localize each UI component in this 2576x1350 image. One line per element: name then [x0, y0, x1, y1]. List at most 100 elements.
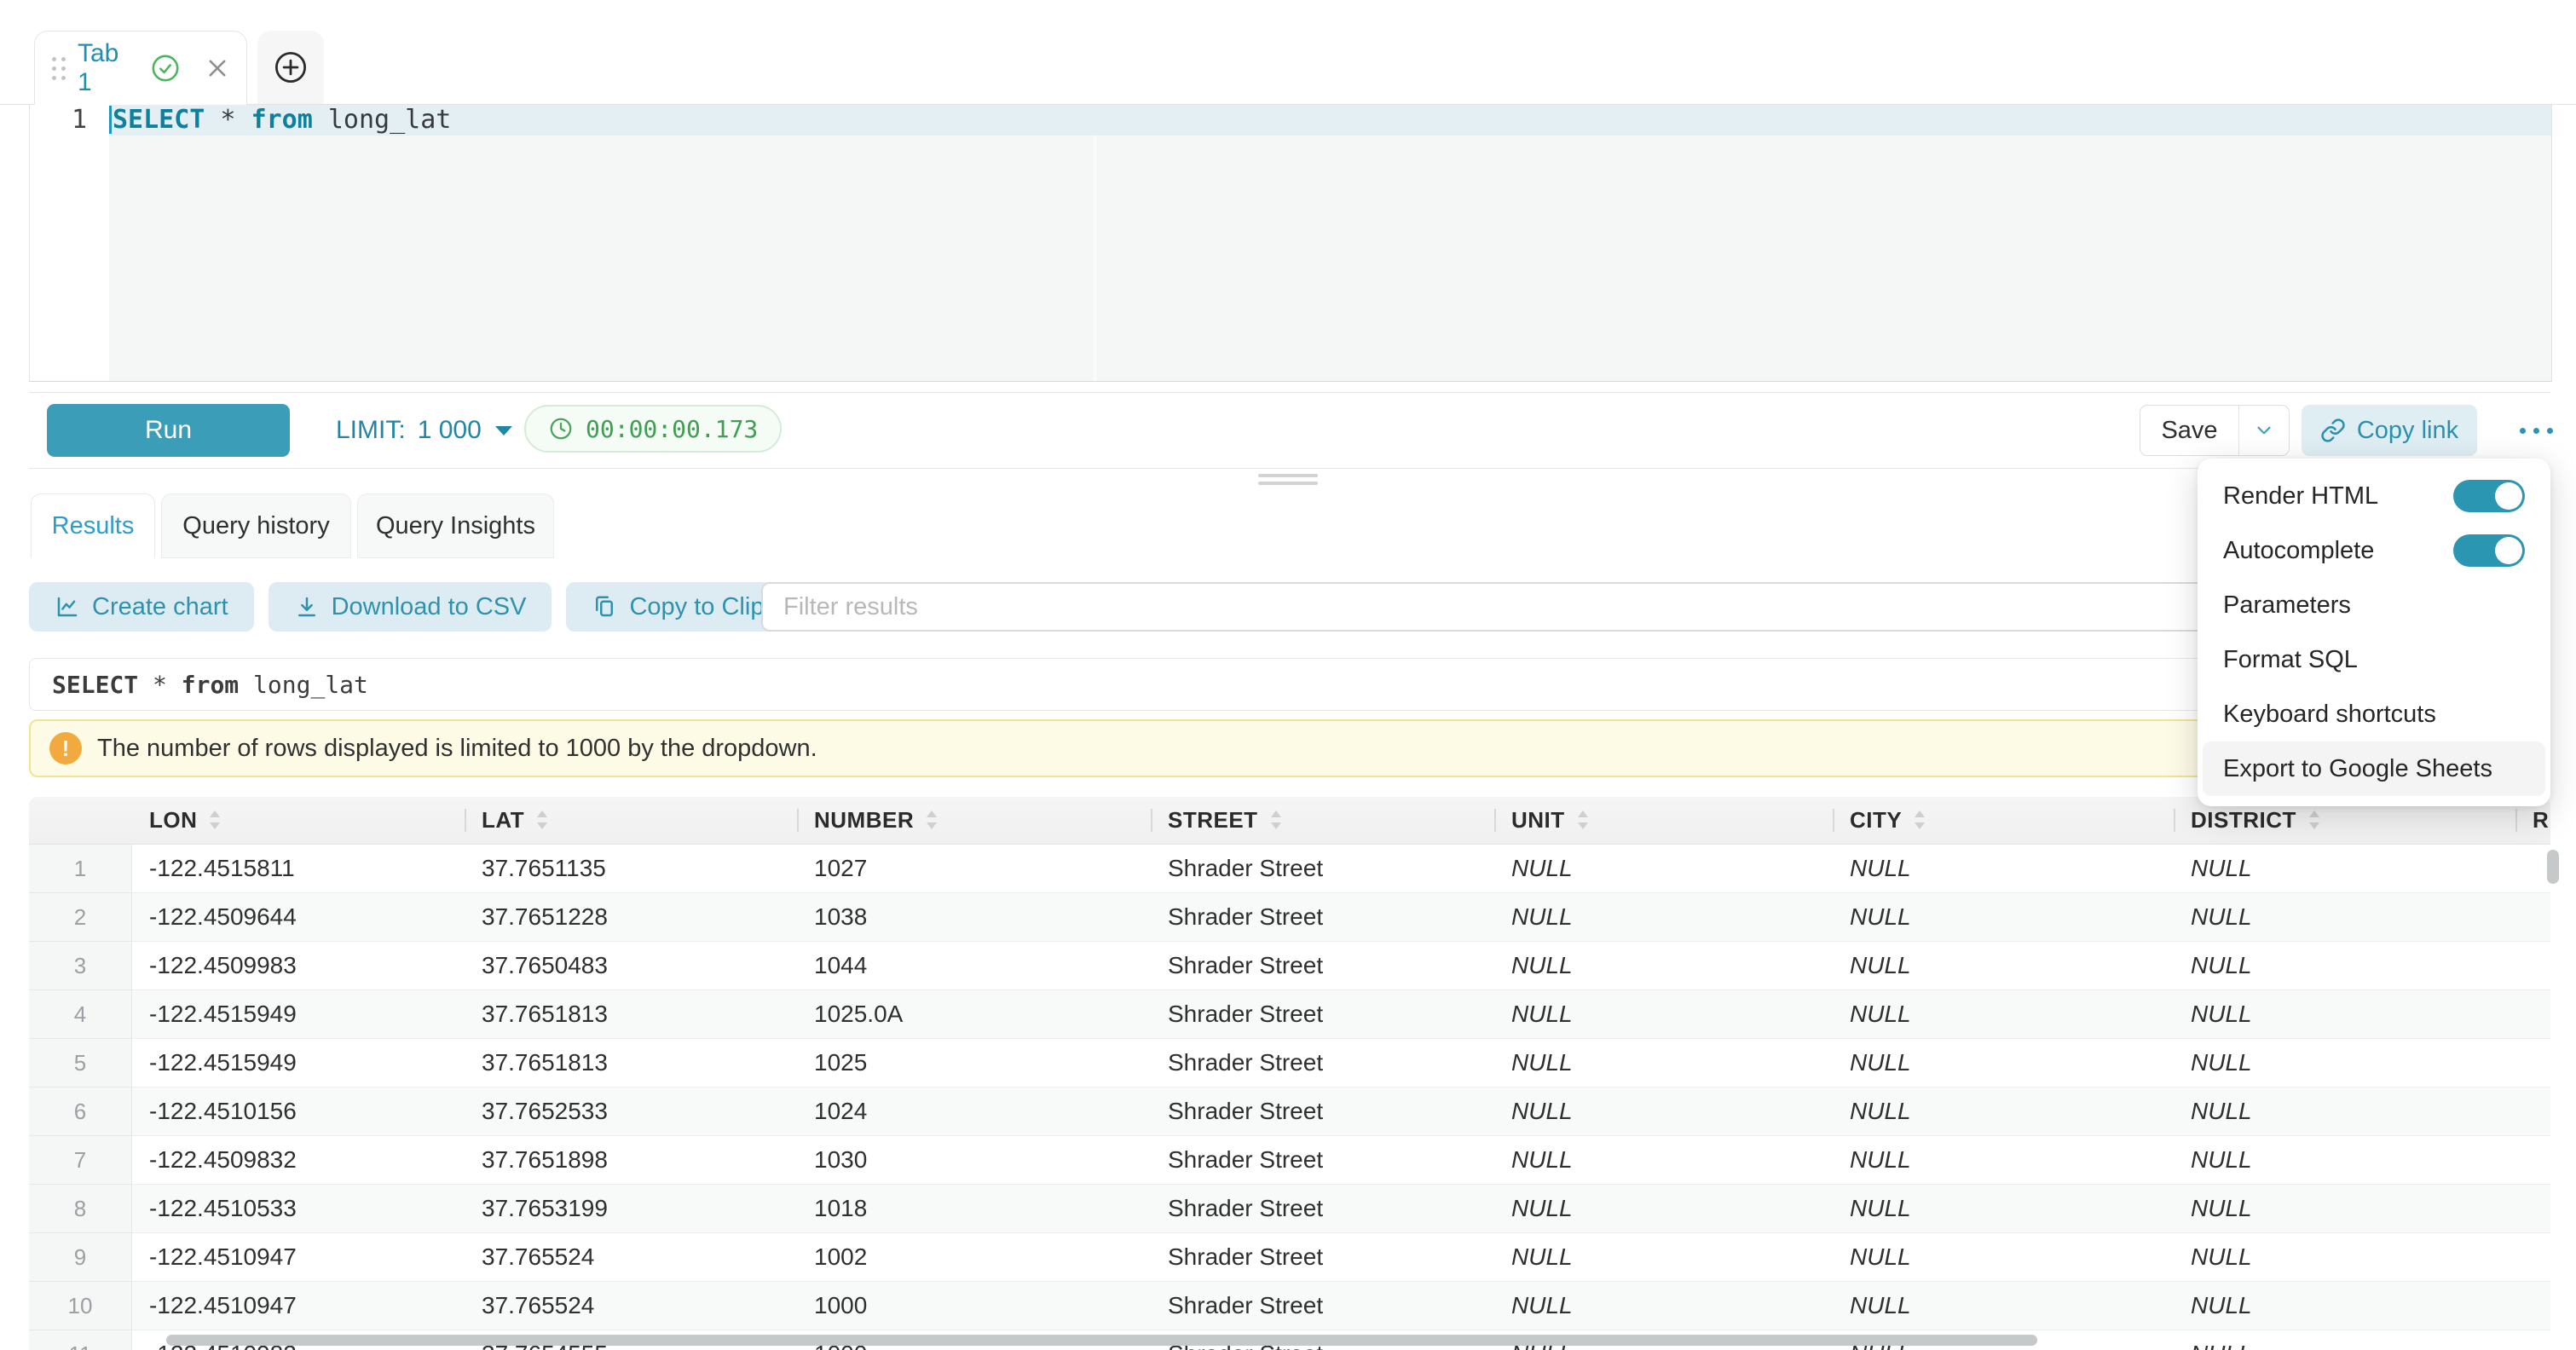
sort-icon[interactable] [1577, 810, 1589, 832]
table-cell: 37.7651898 [465, 1136, 797, 1185]
table-header-lat[interactable]: LAT [465, 797, 797, 844]
table-header-lon[interactable]: LON [132, 797, 465, 844]
sql-text: long_lat [239, 671, 368, 699]
table-cell: -122.4509983 [132, 942, 465, 990]
table-cell [2515, 942, 2550, 990]
sql-text: * [205, 104, 251, 136]
row-number: 4 [29, 990, 132, 1039]
table-cell: Shrader Street [1151, 893, 1494, 942]
table-cell: Shrader Street [1151, 1233, 1494, 1282]
horizontal-scrollbar-thumb[interactable] [166, 1335, 2037, 1346]
sort-icon[interactable] [536, 810, 548, 832]
table-cell: -122.4510947 [132, 1282, 465, 1330]
download-csv-label: Download to CSV [332, 593, 527, 621]
table-row: 1-122.451581137.76511351027Shrader Stree… [29, 845, 2550, 893]
table-cell: NULL [1494, 1185, 1833, 1233]
table-header-city[interactable]: CITY [1833, 797, 2174, 844]
menu-item-format-sql[interactable]: Format SQL [2198, 632, 2550, 687]
table-cell: NULL [2174, 1330, 2515, 1350]
add-tab-button[interactable] [257, 31, 324, 104]
menu-item-keyboard-shortcuts[interactable]: Keyboard shortcuts [2198, 687, 2550, 741]
results-actions: Create chart Download to CSV Copy to Cli… [29, 582, 853, 632]
column-divider [2515, 809, 2517, 832]
table-cell [2515, 1185, 2550, 1233]
sort-icon[interactable] [209, 810, 221, 832]
sort-icon[interactable] [1270, 810, 1282, 832]
close-tab-icon[interactable] [205, 56, 229, 80]
sql-keyword: SELECT [52, 671, 138, 699]
pane-splitter-handle[interactable] [1258, 474, 1318, 489]
table-cell: 1025 [797, 1039, 1151, 1088]
toggle-switch-on[interactable] [2453, 480, 2525, 512]
sort-icon[interactable] [926, 810, 938, 832]
results-tab-query-history[interactable]: Query history [161, 493, 351, 558]
table-cell: NULL [2174, 990, 2515, 1039]
active-line-highlight [109, 104, 2551, 136]
table-body: 1-122.451581137.76511351027Shrader Stree… [29, 845, 2550, 1350]
tab-tab1[interactable]: Tab 1 [34, 31, 247, 105]
table-header-street[interactable]: STREET [1151, 797, 1494, 844]
download-icon [294, 594, 320, 620]
download-csv-button[interactable]: Download to CSV [269, 582, 552, 632]
table-row: 2-122.450964437.76512281038Shrader Stree… [29, 893, 2550, 942]
drag-handle-icon[interactable] [52, 57, 66, 80]
toggle-switch-on[interactable] [2453, 534, 2525, 567]
vertical-scrollbar-thumb[interactable] [2547, 850, 2559, 884]
menu-item-parameters[interactable]: Parameters [2198, 578, 2550, 632]
table-cell: NULL [1833, 1136, 2174, 1185]
table-cell: NULL [2174, 893, 2515, 942]
create-chart-button[interactable]: Create chart [29, 582, 254, 632]
table-cell: Shrader Street [1151, 990, 1494, 1039]
sql-text: long_lat [313, 104, 452, 136]
table-cell: NULL [1833, 1088, 2174, 1136]
limit-value: 1 000 [418, 416, 482, 445]
copy-link-button[interactable]: Copy link [2302, 405, 2477, 456]
run-button[interactable]: Run [47, 404, 290, 457]
menu-item-label: Parameters [2223, 591, 2351, 620]
limit-dropdown[interactable]: LIMIT: 1 000 [336, 393, 514, 468]
table-cell: NULL [1833, 1039, 2174, 1088]
copy-icon [592, 594, 617, 620]
table-cell: NULL [2174, 845, 2515, 893]
table-cell: Shrader Street [1151, 845, 1494, 893]
caret-down-icon [494, 424, 514, 437]
table-cell: NULL [1494, 893, 1833, 942]
table-cell: Shrader Street [1151, 1282, 1494, 1330]
row-number: 5 [29, 1039, 132, 1088]
table-row: 5-122.451594937.76518131025Shrader Stree… [29, 1039, 2550, 1088]
table-cell: NULL [1494, 1136, 1833, 1185]
create-chart-label: Create chart [92, 593, 228, 621]
sort-icon[interactable] [2308, 810, 2320, 832]
limit-label: LIMIT: [336, 416, 406, 445]
results-tab-query-insights[interactable]: Query Insights [357, 493, 554, 558]
text-cursor [109, 106, 112, 134]
row-number: 2 [29, 893, 132, 942]
table-header-number[interactable]: NUMBER [797, 797, 1151, 844]
table-cell: 1044 [797, 942, 1151, 990]
menu-item-render-html[interactable]: Render HTML [2198, 469, 2550, 523]
menu-item-label: Autocomplete [2223, 537, 2374, 565]
sql-keyword: SELECT [113, 104, 205, 136]
table-header-unit[interactable]: UNIT [1494, 797, 1833, 844]
table-cell: Shrader Street [1151, 1039, 1494, 1088]
table-cell: 37.765524 [465, 1233, 797, 1282]
table-cell: 1024 [797, 1088, 1151, 1136]
table-cell: 37.7653199 [465, 1185, 797, 1233]
menu-item-label: Export to Google Sheets [2223, 755, 2492, 783]
more-options-button[interactable] [2499, 405, 2573, 456]
column-label: UNIT [1511, 807, 1565, 834]
table-cell [2515, 1330, 2550, 1350]
menu-item-export-to-google-sheets[interactable]: Export to Google Sheets [2203, 741, 2545, 796]
tab-label: Tab 1 [78, 39, 139, 97]
table-cell: -122.4509832 [132, 1136, 465, 1185]
table-cell: NULL [1833, 1185, 2174, 1233]
save-button[interactable]: Save [2140, 406, 2238, 455]
sort-icon[interactable] [1914, 810, 1926, 832]
table-cell: -122.4515949 [132, 990, 465, 1039]
menu-item-autocomplete[interactable]: Autocomplete [2198, 523, 2550, 578]
sql-editor[interactable]: 1 SELECT * from long_lat [29, 104, 2552, 382]
row-number: 11 [29, 1330, 132, 1350]
results-tab-results[interactable]: Results [31, 493, 155, 558]
sql-code-line: SELECT * from long_lat [109, 104, 451, 136]
save-options-button[interactable] [2238, 406, 2289, 455]
